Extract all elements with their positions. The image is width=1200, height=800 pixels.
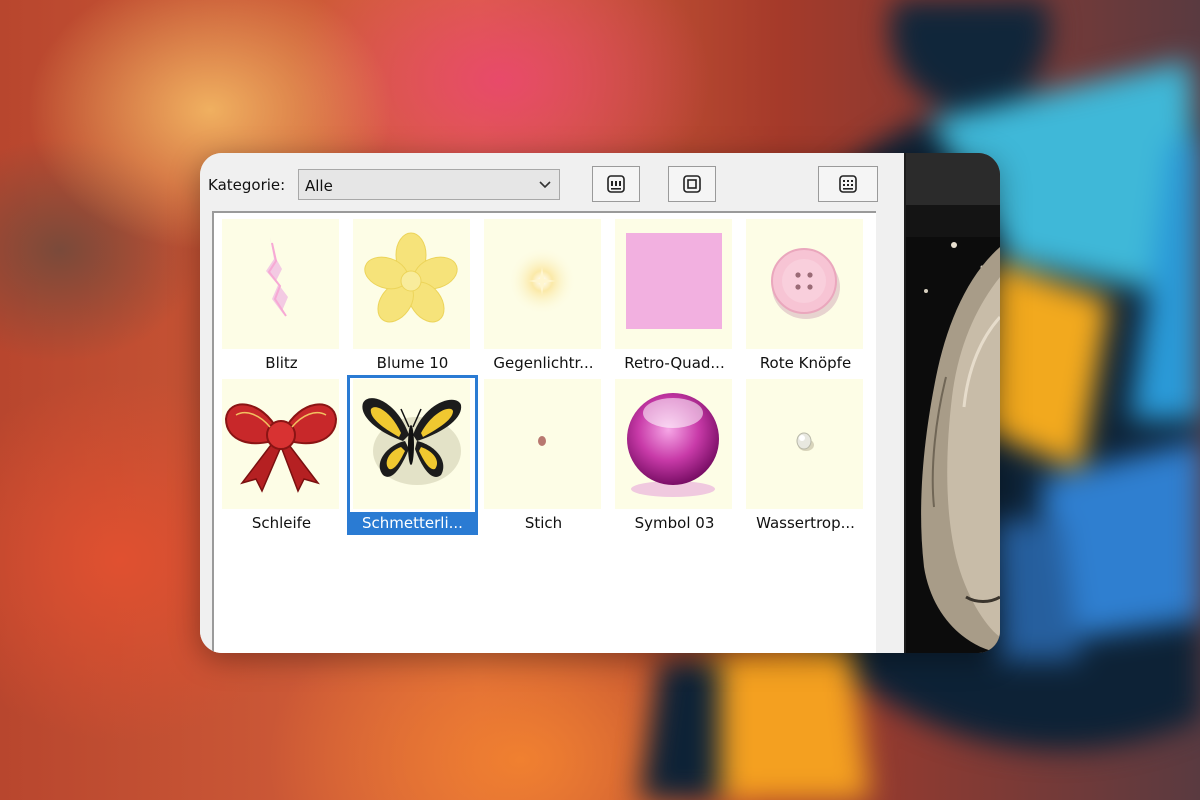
item-label: Blume 10 [376,354,449,372]
thumbnail [222,219,339,349]
category-dropdown-value: Alle [305,177,333,195]
bow-icon [224,403,338,493]
lens-flare-icon [508,247,576,315]
large-view-button[interactable] [592,166,640,202]
item-label: Blitz [265,354,298,372]
photo-canvas [906,153,1000,653]
item-label: Schmetterli... [347,512,478,534]
button-icon [771,248,840,319]
butterfly-icon [362,398,462,485]
panel-toolbar: Kategorie: Alle [200,153,904,211]
thumbnail [746,379,863,509]
list-item[interactable]: Gegenlichtr... [478,215,609,375]
chevron-down-icon [539,181,551,189]
glass-sphere-icon [627,393,719,497]
item-label: Gegenlichtr... [493,354,594,372]
thumbnail [615,379,732,509]
item-label: Retro-Quad... [624,354,725,372]
graphics-panel: Kategorie: Alle Blitz Blume 10 Gegenlich… [200,153,904,653]
item-label: Schleife [251,514,312,532]
small-thumbnails-icon [839,175,857,193]
list-item[interactable]: Schmetterli... [347,375,478,535]
thumbnail [353,219,470,349]
thumbnail-grid: Blitz Blume 10 Gegenlichtr... Retro-Quad… [212,211,876,653]
large-thumbnails-icon [607,175,625,193]
frame-icon [683,175,701,193]
thumbnail [222,379,339,509]
thumbnail [615,219,732,349]
list-item[interactable]: Wassertrop... [740,375,871,535]
list-item[interactable]: Stich [478,375,609,535]
canvas-topbar [906,153,1000,205]
list-item[interactable]: Symbol 03 [609,375,740,535]
thumbnail [484,219,601,349]
item-label: Symbol 03 [634,514,715,532]
category-dropdown[interactable]: Alle [298,169,560,200]
pink-square-icon [626,233,722,329]
category-label: Kategorie: [208,176,286,194]
scrollbar-track[interactable] [876,211,904,653]
list-item[interactable]: Rote Knöpfe [740,215,871,375]
list-item[interactable]: Blitz [216,215,347,375]
list-item[interactable]: Blume 10 [347,215,478,375]
lightning-icon [266,237,292,331]
list-item[interactable]: Schleife [216,375,347,535]
stitch-icon [538,436,546,446]
thumbnail [353,379,470,509]
list-item[interactable]: Retro-Quad... [609,215,740,375]
frame-view-button[interactable] [668,166,716,202]
thumbnail [484,379,601,509]
item-label: Stich [524,514,563,532]
portrait-image [906,237,1000,653]
small-view-button[interactable] [818,166,878,202]
item-label: Wassertrop... [756,514,855,532]
flower-icon [364,232,458,323]
water-drop-icon [796,432,814,451]
item-label: Rote Knöpfe [759,354,852,372]
dialog-card: Kategorie: Alle Blitz Blume 10 Gegenlich… [200,153,1000,653]
thumbnail [746,219,863,349]
